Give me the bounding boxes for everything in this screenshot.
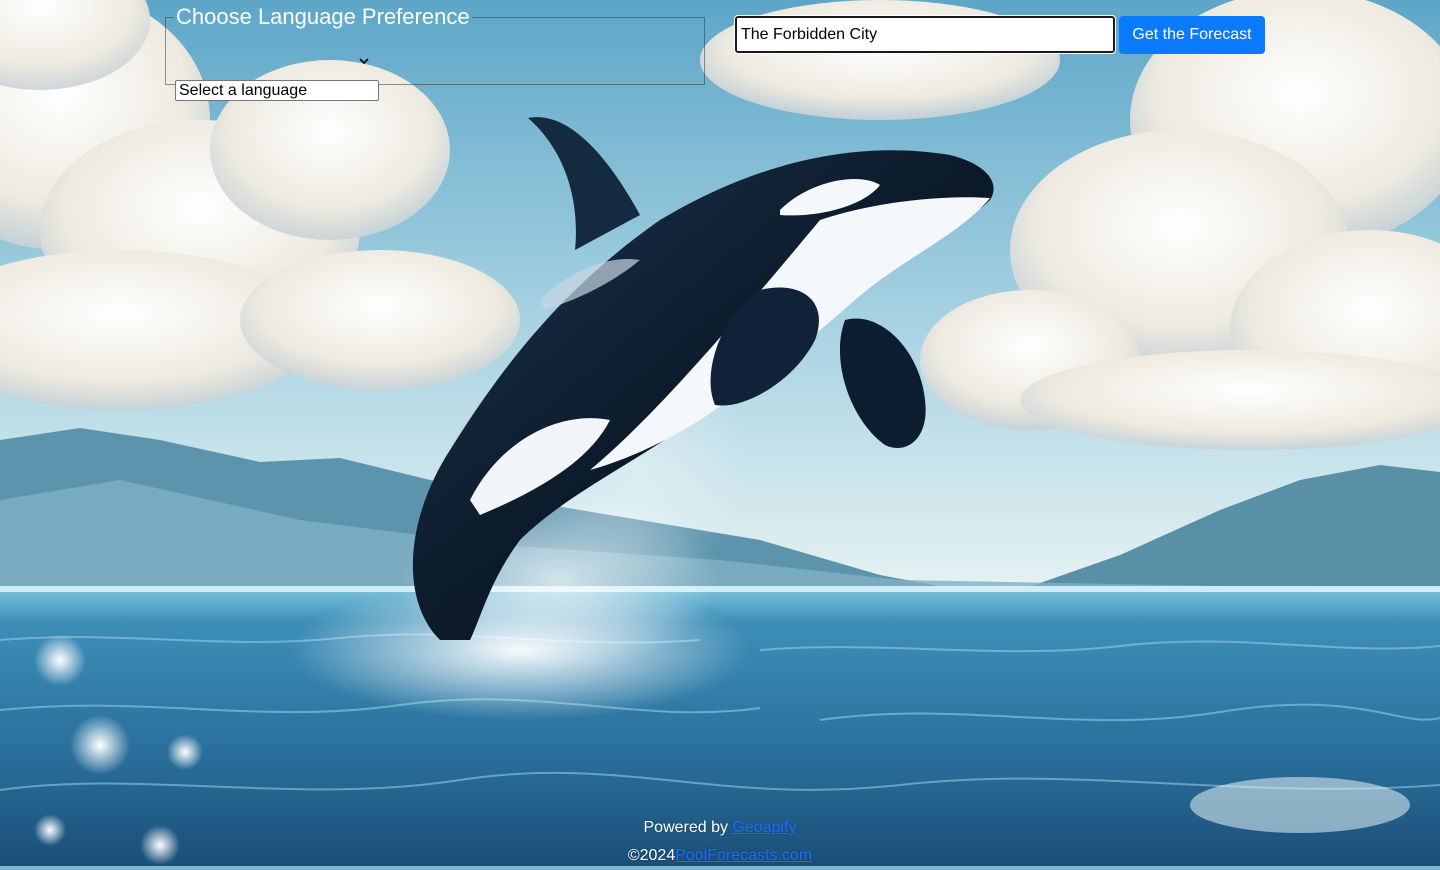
site-link[interactable]: PoolForecasts.com	[675, 847, 812, 864]
language-legend: Choose Language Preference	[176, 4, 470, 29]
powered-by-text: Powered by	[643, 819, 729, 836]
copyright-text: ©2024	[627, 847, 676, 864]
location-search-input[interactable]	[734, 15, 1116, 54]
powered-by-line: Powered by Geoapify	[0, 814, 1440, 842]
language-select[interactable]: Select a language	[175, 80, 379, 101]
language-fieldset: Choose Language Preference Select a lang…	[165, 4, 705, 101]
geoapify-link[interactable]: Geoapify	[732, 819, 796, 836]
footer: Powered by Geoapify ©2024PoolForecasts.c…	[0, 814, 1440, 870]
background-scene	[0, 0, 1440, 866]
get-forecast-button[interactable]: Get the Forecast	[1119, 16, 1265, 54]
